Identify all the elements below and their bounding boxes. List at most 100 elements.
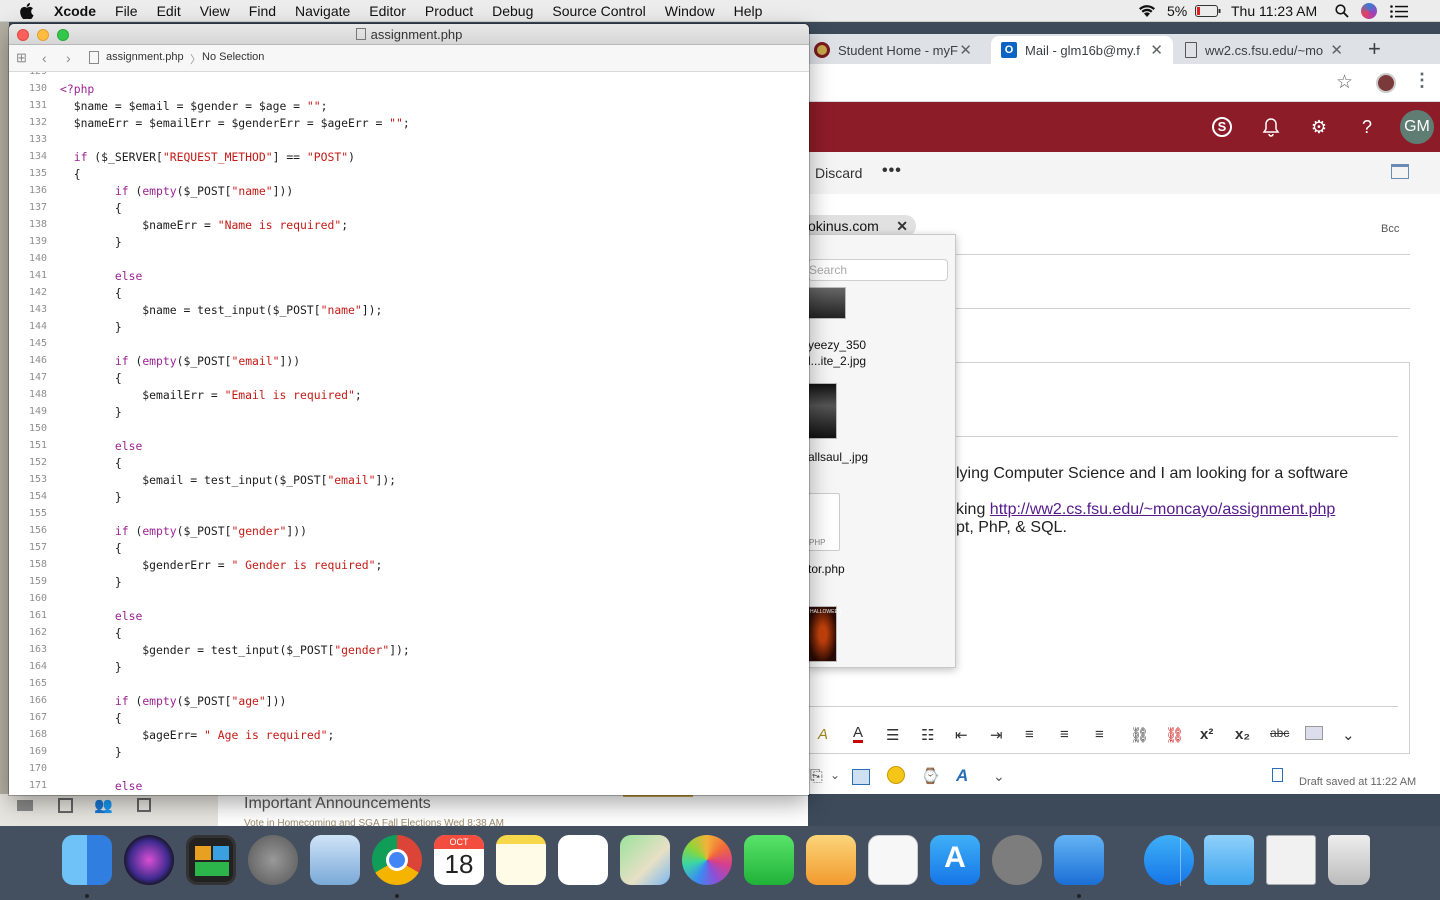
emoji-icon[interactable] — [887, 766, 905, 784]
chrome-icon[interactable] — [372, 835, 422, 885]
align-left-icon[interactable]: ≡ — [1025, 726, 1034, 743]
bullets-icon[interactable]: ☰ — [886, 726, 899, 744]
help-icon[interactable]: ? — [1356, 116, 1378, 138]
skype-icon[interactable]: S — [1212, 117, 1232, 137]
xcode-icon[interactable] — [1054, 835, 1104, 885]
indent-icon[interactable]: ⇥ — [990, 726, 1003, 744]
menu-debug[interactable]: Debug — [492, 0, 533, 22]
related-items-icon[interactable]: ⊞ — [16, 50, 27, 66]
insert-image-icon[interactable] — [852, 769, 870, 785]
spotlight-search-icon[interactable] — [1335, 4, 1349, 18]
avatar[interactable]: GM — [1400, 110, 1436, 190]
siri-dock-icon[interactable] — [124, 835, 174, 885]
thumbnail-allsaul[interactable] — [808, 383, 837, 439]
reminders-icon[interactable] — [558, 835, 608, 885]
superscript-icon[interactable]: x² — [1200, 726, 1213, 743]
menu-editor[interactable]: Editor — [369, 0, 406, 22]
align-right-icon[interactable]: ≡ — [1095, 726, 1104, 743]
line-number: 165 — [28, 678, 47, 689]
profile-avatar[interactable] — [1376, 73, 1396, 93]
photo-booth-icon[interactable] — [186, 835, 236, 885]
tab-student-home[interactable]: Student Home - myF ✕ — [814, 36, 982, 64]
breadcrumb-selection[interactable]: No Selection — [202, 51, 264, 63]
launchpad-icon[interactable] — [248, 835, 298, 885]
numbering-icon[interactable]: ☷ — [921, 726, 934, 744]
close-tab-icon[interactable]: ✕ — [1150, 41, 1163, 59]
breadcrumb-file[interactable]: assignment.php — [106, 51, 184, 63]
apple-menu-icon[interactable] — [20, 3, 34, 19]
menu-source-control[interactable]: Source Control — [552, 0, 645, 22]
attach-icon[interactable]: ⎘ — [810, 768, 823, 786]
discard-button[interactable]: Discard — [815, 165, 862, 181]
finder-icon[interactable] — [62, 835, 112, 885]
menu-help[interactable]: Help — [734, 0, 763, 22]
chevron-down-icon[interactable]: ⌄ — [1342, 726, 1355, 744]
siri-icon[interactable] — [1361, 3, 1377, 19]
system-preferences-icon[interactable] — [992, 835, 1042, 885]
maps-icon[interactable] — [620, 835, 670, 885]
popout-icon[interactable] — [1391, 164, 1409, 179]
bell-icon[interactable] — [1262, 117, 1280, 137]
remove-link-icon[interactable]: ⛓ — [1165, 726, 1184, 744]
preview-icon[interactable] — [310, 835, 360, 885]
highlight-icon[interactable]: A — [818, 726, 828, 743]
pages-icon[interactable] — [806, 835, 856, 885]
app-store-icon[interactable]: A — [930, 835, 980, 885]
bcc-button[interactable]: Bcc — [1381, 223, 1399, 235]
menu-window[interactable]: Window — [665, 0, 715, 22]
insert-picture-icon[interactable] — [1305, 726, 1323, 740]
menu-file[interactable]: File — [115, 0, 138, 22]
source-editor[interactable]: 129 130 <?php 131 $name = $email = $gender … — [9, 72, 809, 795]
document-stack-icon[interactable] — [1266, 835, 1316, 885]
chevron-down-icon[interactable]: ⌄ — [993, 768, 1005, 785]
mail-icon[interactable] — [17, 800, 33, 811]
notes-icon[interactable] — [496, 835, 546, 885]
documents-folder-icon[interactable] — [1204, 835, 1254, 885]
menu-find[interactable]: Find — [249, 0, 276, 22]
calendar-app-icon[interactable]: OCT 18 — [434, 835, 484, 885]
file-name-yeezy: yeezy_350 — [808, 338, 867, 352]
tab-ww2[interactable]: ww2.cs.fsu.edu/~mo ✕ — [1183, 36, 1353, 64]
back-button[interactable]: ‹ — [42, 50, 47, 66]
insert-link-icon[interactable]: ⛓ — [1130, 726, 1149, 744]
menu-edit[interactable]: Edit — [157, 0, 181, 22]
close-tab-icon[interactable]: ✕ — [959, 41, 972, 59]
assignment-link[interactable]: http://ww2.cs.fsu.edu/~moncayo/assignmen… — [990, 501, 1336, 518]
facetime-icon[interactable] — [744, 835, 794, 885]
format-text-icon[interactable]: A — [956, 766, 968, 786]
wifi-icon[interactable] — [1137, 4, 1157, 18]
calendar-icon[interactable] — [58, 798, 73, 813]
schedule-icon[interactable]: ⌚ — [921, 767, 940, 785]
tasks-icon[interactable] — [137, 798, 151, 812]
menu-navigate[interactable]: Navigate — [295, 0, 350, 22]
picker-search-input[interactable]: Search — [808, 259, 948, 281]
battery-icon[interactable] — [1195, 5, 1221, 17]
chrome-menu-icon[interactable]: ⋮ — [1413, 70, 1431, 91]
menu-view[interactable]: View — [200, 0, 230, 22]
chevron-down-icon[interactable]: ⌄ — [830, 768, 840, 782]
strikethrough-icon[interactable]: abc — [1270, 726, 1289, 740]
php-file-icon[interactable]: PHP — [808, 493, 840, 551]
outdent-icon[interactable]: ⇤ — [955, 726, 968, 744]
subscript-icon[interactable]: x₂ — [1235, 726, 1250, 743]
align-center-icon[interactable]: ≡ — [1060, 726, 1069, 743]
thumbnail-yeezy[interactable] — [808, 287, 846, 319]
photos-icon[interactable] — [682, 835, 732, 885]
more-options-button[interactable]: ••• — [882, 162, 902, 180]
menu-product[interactable]: Product — [425, 0, 473, 22]
close-tab-icon[interactable]: ✕ — [1330, 41, 1343, 59]
notification-center-icon[interactable] — [1390, 5, 1408, 18]
people-icon[interactable]: 👥 — [94, 796, 113, 814]
downloads-stack-icon[interactable] — [1144, 835, 1194, 885]
thumbnail-halloween[interactable]: HALLOWEEN — [808, 606, 841, 662]
gear-icon[interactable]: ⚙ — [1308, 116, 1330, 138]
menu-clock[interactable]: Thu 11:23 AM — [1231, 3, 1317, 19]
tab-mail[interactable]: O Mail - glm16b@my.f ✕ — [991, 36, 1173, 64]
textedit-icon[interactable] — [868, 835, 918, 885]
menu-xcode[interactable]: Xcode — [54, 0, 96, 22]
new-tab-button[interactable]: + — [1368, 36, 1381, 62]
forward-button[interactable]: › — [66, 50, 71, 66]
trash-icon[interactable] — [1328, 835, 1370, 885]
font-color-icon[interactable]: A — [853, 725, 864, 743]
bookmark-star-icon[interactable]: ☆ — [1336, 71, 1353, 94]
